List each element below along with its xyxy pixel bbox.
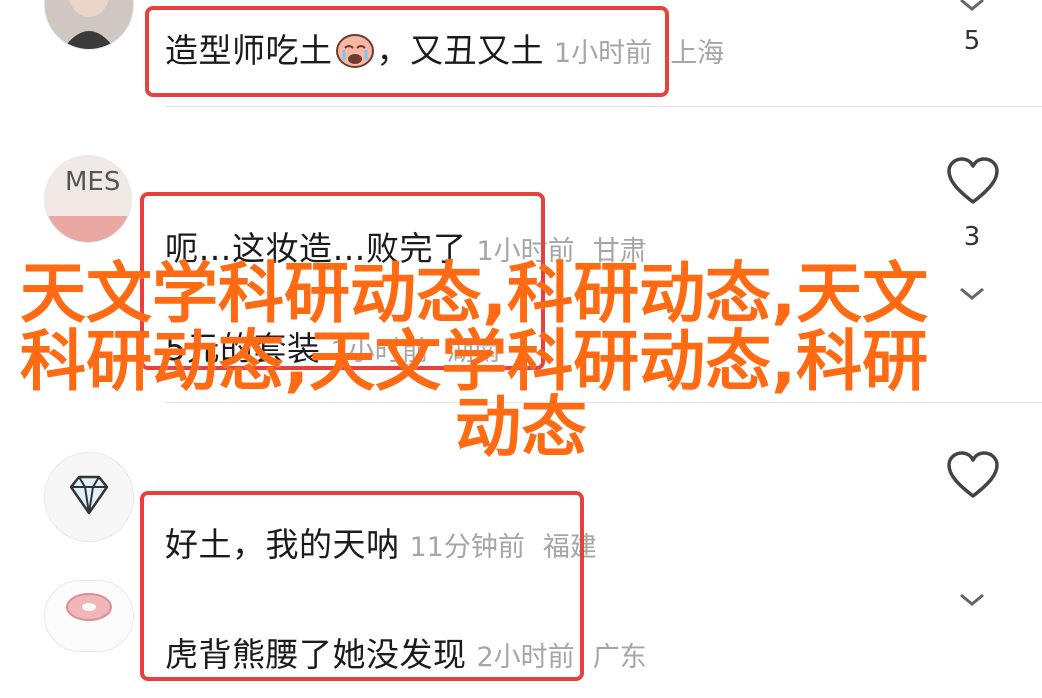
comment-3-text: 5元的套装 [165,329,321,368]
portrait-icon [45,0,133,49]
comment-1-tail: ，又丑又土 [376,31,544,70]
comment-4-location: 福建 [542,532,597,563]
comment-4: 好土，我的天呐 11分钟前 福建 [165,518,597,566]
comment-2-text: 呃…这妆造…败完了 [165,229,467,268]
comment-1-location: 上海 [670,38,725,69]
donut-icon [45,581,133,651]
avatar[interactable] [44,452,134,542]
avatar[interactable] [44,580,134,652]
comment-2-location: 甘肃 [592,236,647,267]
comment-1-text: 造型师吃土 [165,31,333,70]
comment-5-meta: 2小时前 广东 [477,642,647,673]
avatar[interactable] [44,0,134,50]
divider [165,402,1042,403]
chevron-down-icon[interactable] [955,593,989,611]
comment-3-meta: 1小时前 湖南 [331,336,501,367]
comment-2-meta: 1小时前 甘肃 [477,236,647,267]
comment-5-time: 2小时前 [476,642,575,673]
comment-4-text: 好土，我的天呐 [165,525,400,564]
heart-outline-icon[interactable] [946,156,1000,206]
comment-3: 5元的套装 1小时前 湖南 [165,322,501,370]
avatar-sign-text: MES [65,167,120,197]
comment-3-location: 湖南 [446,336,501,367]
comment-1-meta: 1小时前 上海 [554,38,724,69]
divider [165,106,1042,107]
diamond-icon [45,453,133,541]
crying-emoji-icon [335,32,375,68]
chevron-down-icon[interactable] [955,0,989,16]
mes-sign-icon: MES [45,156,131,242]
comment-4-time: 11分钟前 [409,532,525,563]
heart-outline-icon[interactable] [946,450,1000,500]
comment-5-location: 广东 [592,642,647,673]
comment-1-time: 1小时前 [554,38,653,69]
comment-4-meta: 11分钟前 福建 [410,532,597,563]
comment-3-time: 1小时前 [330,336,429,367]
avatar[interactable]: MES [44,155,132,243]
comment-5-text: 虎背熊腰了她没发现 [165,635,467,674]
comment-5: 虎背熊腰了她没发现 2小时前 广东 [165,628,647,676]
comment-1: 造型师吃土 ，又丑又土 1小时前 上海 [165,24,724,72]
chevron-down-icon[interactable] [955,287,989,305]
comment-2-time: 1小时前 [476,236,575,267]
like-count-1: 5 [963,26,981,56]
like-count-2: 3 [963,222,981,252]
comment-2: 呃…这妆造…败完了 1小时前 甘肃 [165,222,647,270]
